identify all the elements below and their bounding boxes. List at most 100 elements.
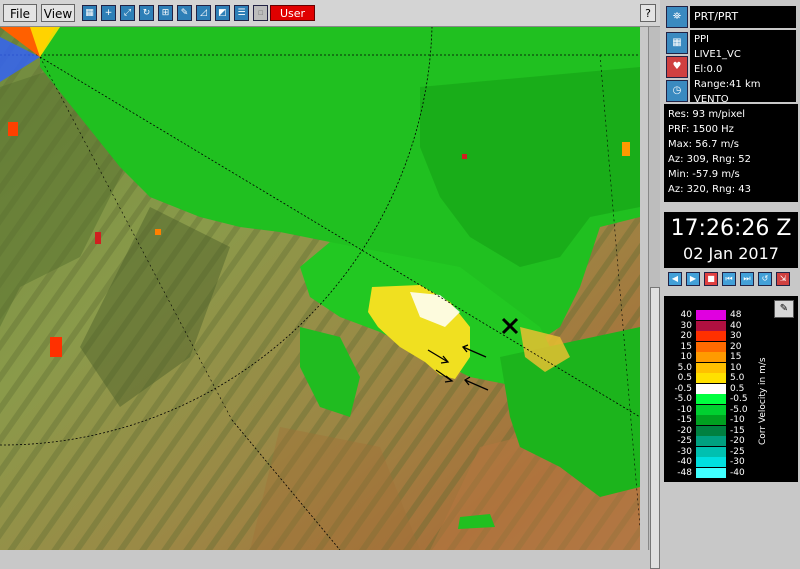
legend-swatch (696, 373, 726, 383)
legend-high-value: 40 (730, 320, 742, 331)
crosshair-icon[interactable]: + (101, 5, 116, 21)
rewind-icon[interactable]: ◀ (668, 272, 682, 286)
legend-high-value: -25 (730, 446, 745, 457)
draw-icon[interactable]: ✎ (177, 5, 192, 21)
legend-high-value: 15 (730, 352, 742, 362)
stat-line: PRF: 1500 Hz (668, 124, 734, 135)
product-icon[interactable]: ▦ (666, 32, 688, 54)
legend-row: 40 48 (664, 310, 774, 320)
stats-box: Res: 93 m/pixel PRF: 1500 Hz Max: 56.7 m… (664, 104, 798, 202)
file-menu[interactable]: File (3, 4, 37, 22)
playback-controls: ◀ ▶ ■ ⏮ ⏭ ↺ ⇲ (664, 270, 798, 290)
scrollbar-thumb[interactable] (650, 287, 660, 569)
legend-low-value: 20 (680, 331, 692, 341)
list-icon[interactable]: ☰ (234, 5, 249, 21)
vertical-scrollbar[interactable] (648, 27, 660, 569)
zoom-icon[interactable]: ⤢ (120, 5, 135, 21)
legend-low-value: -30 (677, 446, 692, 457)
disabled-icon[interactable]: ▫ (253, 5, 268, 21)
radar-site-icon[interactable]: ⛯ (666, 6, 688, 28)
legend-high-value: -40 (730, 467, 745, 478)
date-value: 02 Jan 2017 (683, 244, 779, 263)
legend-swatch (696, 425, 726, 436)
product-type: PPI (694, 34, 710, 45)
legend-high-value: 20 (730, 341, 742, 352)
legend-swatch (696, 352, 726, 362)
time-value: 17:26:26 Z (670, 216, 792, 241)
echo-red-speckle (95, 232, 101, 244)
grid-icon[interactable]: ⊞ (158, 5, 173, 21)
legend-swatch (696, 404, 726, 415)
help-button[interactable]: ? (640, 4, 656, 22)
stat-line: Az: 320, Rng: 43 (668, 184, 751, 195)
legend-low-value: 10 (680, 352, 692, 362)
panel-title: PRT/PRT (690, 6, 796, 28)
legend-swatch (696, 457, 726, 467)
legend-low-value: -25 (677, 436, 692, 446)
legend-low-value: 15 (680, 341, 692, 352)
legend-low-value: -0.5 (674, 383, 692, 394)
stat-line: Res: 93 m/pixel (668, 109, 746, 120)
elevation-value: El:0.0 (694, 64, 723, 75)
legend-swatch (696, 320, 726, 331)
echo-red-speckle (8, 122, 18, 136)
loop-icon[interactable]: ↺ (758, 272, 772, 286)
legend-swatch (696, 310, 726, 320)
legend-swatch (696, 415, 726, 425)
measure-icon[interactable]: ◿ (196, 5, 211, 21)
legend-low-value: 5.0 (677, 362, 692, 373)
legend-high-value: -5.0 (730, 404, 748, 415)
legend-swatch (696, 331, 726, 341)
first-frame-icon[interactable]: ⏮ (722, 272, 736, 286)
time-display: 17:26:26 Z 02 Jan 2017 (664, 212, 798, 268)
legend-swatch (696, 383, 726, 394)
heart-icon[interactable]: ♥ (666, 56, 688, 78)
stat-line: Max: 56.7 m/s (668, 139, 739, 150)
menu-bar: File View ▦ + ⤢ ↻ ⊞ ✎ ◿ ◩ ☰ ▫ User ? (0, 0, 660, 27)
legend-low-value: -20 (677, 425, 692, 436)
legend-high-value: 5.0 (730, 373, 745, 383)
view-menu[interactable]: View (41, 4, 75, 22)
legend-low-value: 0.5 (677, 373, 692, 383)
legend-row: -48 -40 (664, 467, 774, 478)
legend-high-value: 10 (730, 362, 742, 373)
legend-swatch (696, 341, 726, 352)
legend-swatch (696, 467, 726, 478)
export-icon[interactable]: ⇲ (776, 272, 790, 286)
legend-row: 30 40 (664, 320, 774, 331)
panel-footer (664, 484, 798, 550)
task-name: LIVE1_VC (694, 49, 741, 60)
stop-icon[interactable]: ■ (704, 272, 718, 286)
echo-orange-speckle (155, 229, 161, 235)
legend-high-value: -0.5 (730, 394, 748, 404)
legend-low-value: -15 (677, 415, 692, 425)
legend-low-value: -5.0 (674, 394, 692, 404)
legend-high-value: -30 (730, 457, 745, 467)
legend-units: Corr Velocity in m/s (758, 357, 768, 445)
range-value: Range:41 km (694, 79, 761, 90)
play-icon[interactable]: ▶ (686, 272, 700, 286)
user-button[interactable]: User (270, 5, 315, 21)
echo-red-speckle (462, 154, 467, 159)
rotate-icon[interactable]: ↻ (139, 5, 154, 21)
legend-high-value: 0.5 (730, 383, 745, 394)
last-frame-icon[interactable]: ⏭ (740, 272, 754, 286)
clock-icon[interactable]: ◷ (666, 80, 688, 102)
legend-high-value: -10 (730, 415, 745, 425)
echo-orange-speckle (622, 142, 630, 156)
stat-line: Az: 309, Rng: 52 (668, 154, 751, 165)
legend-low-value: 30 (680, 320, 692, 331)
product-info: PPI LIVE1_VC El:0.0 Range:41 km VENTO (690, 30, 796, 105)
radar-map-canvas[interactable] (0, 27, 640, 550)
legend-high-value: -20 (730, 436, 745, 446)
legend-swatch (696, 394, 726, 404)
legend-swatch (696, 446, 726, 457)
annotate-icon[interactable]: ◩ (215, 5, 230, 21)
legend-swatch (696, 436, 726, 446)
palette-icon[interactable]: ✎ (774, 300, 794, 318)
legend-high-value: 48 (730, 310, 742, 320)
layers-icon[interactable]: ▦ (82, 5, 97, 21)
radar-ppi-display[interactable] (0, 27, 640, 550)
legend-low-value: -10 (677, 404, 692, 415)
legend-swatch (696, 362, 726, 373)
